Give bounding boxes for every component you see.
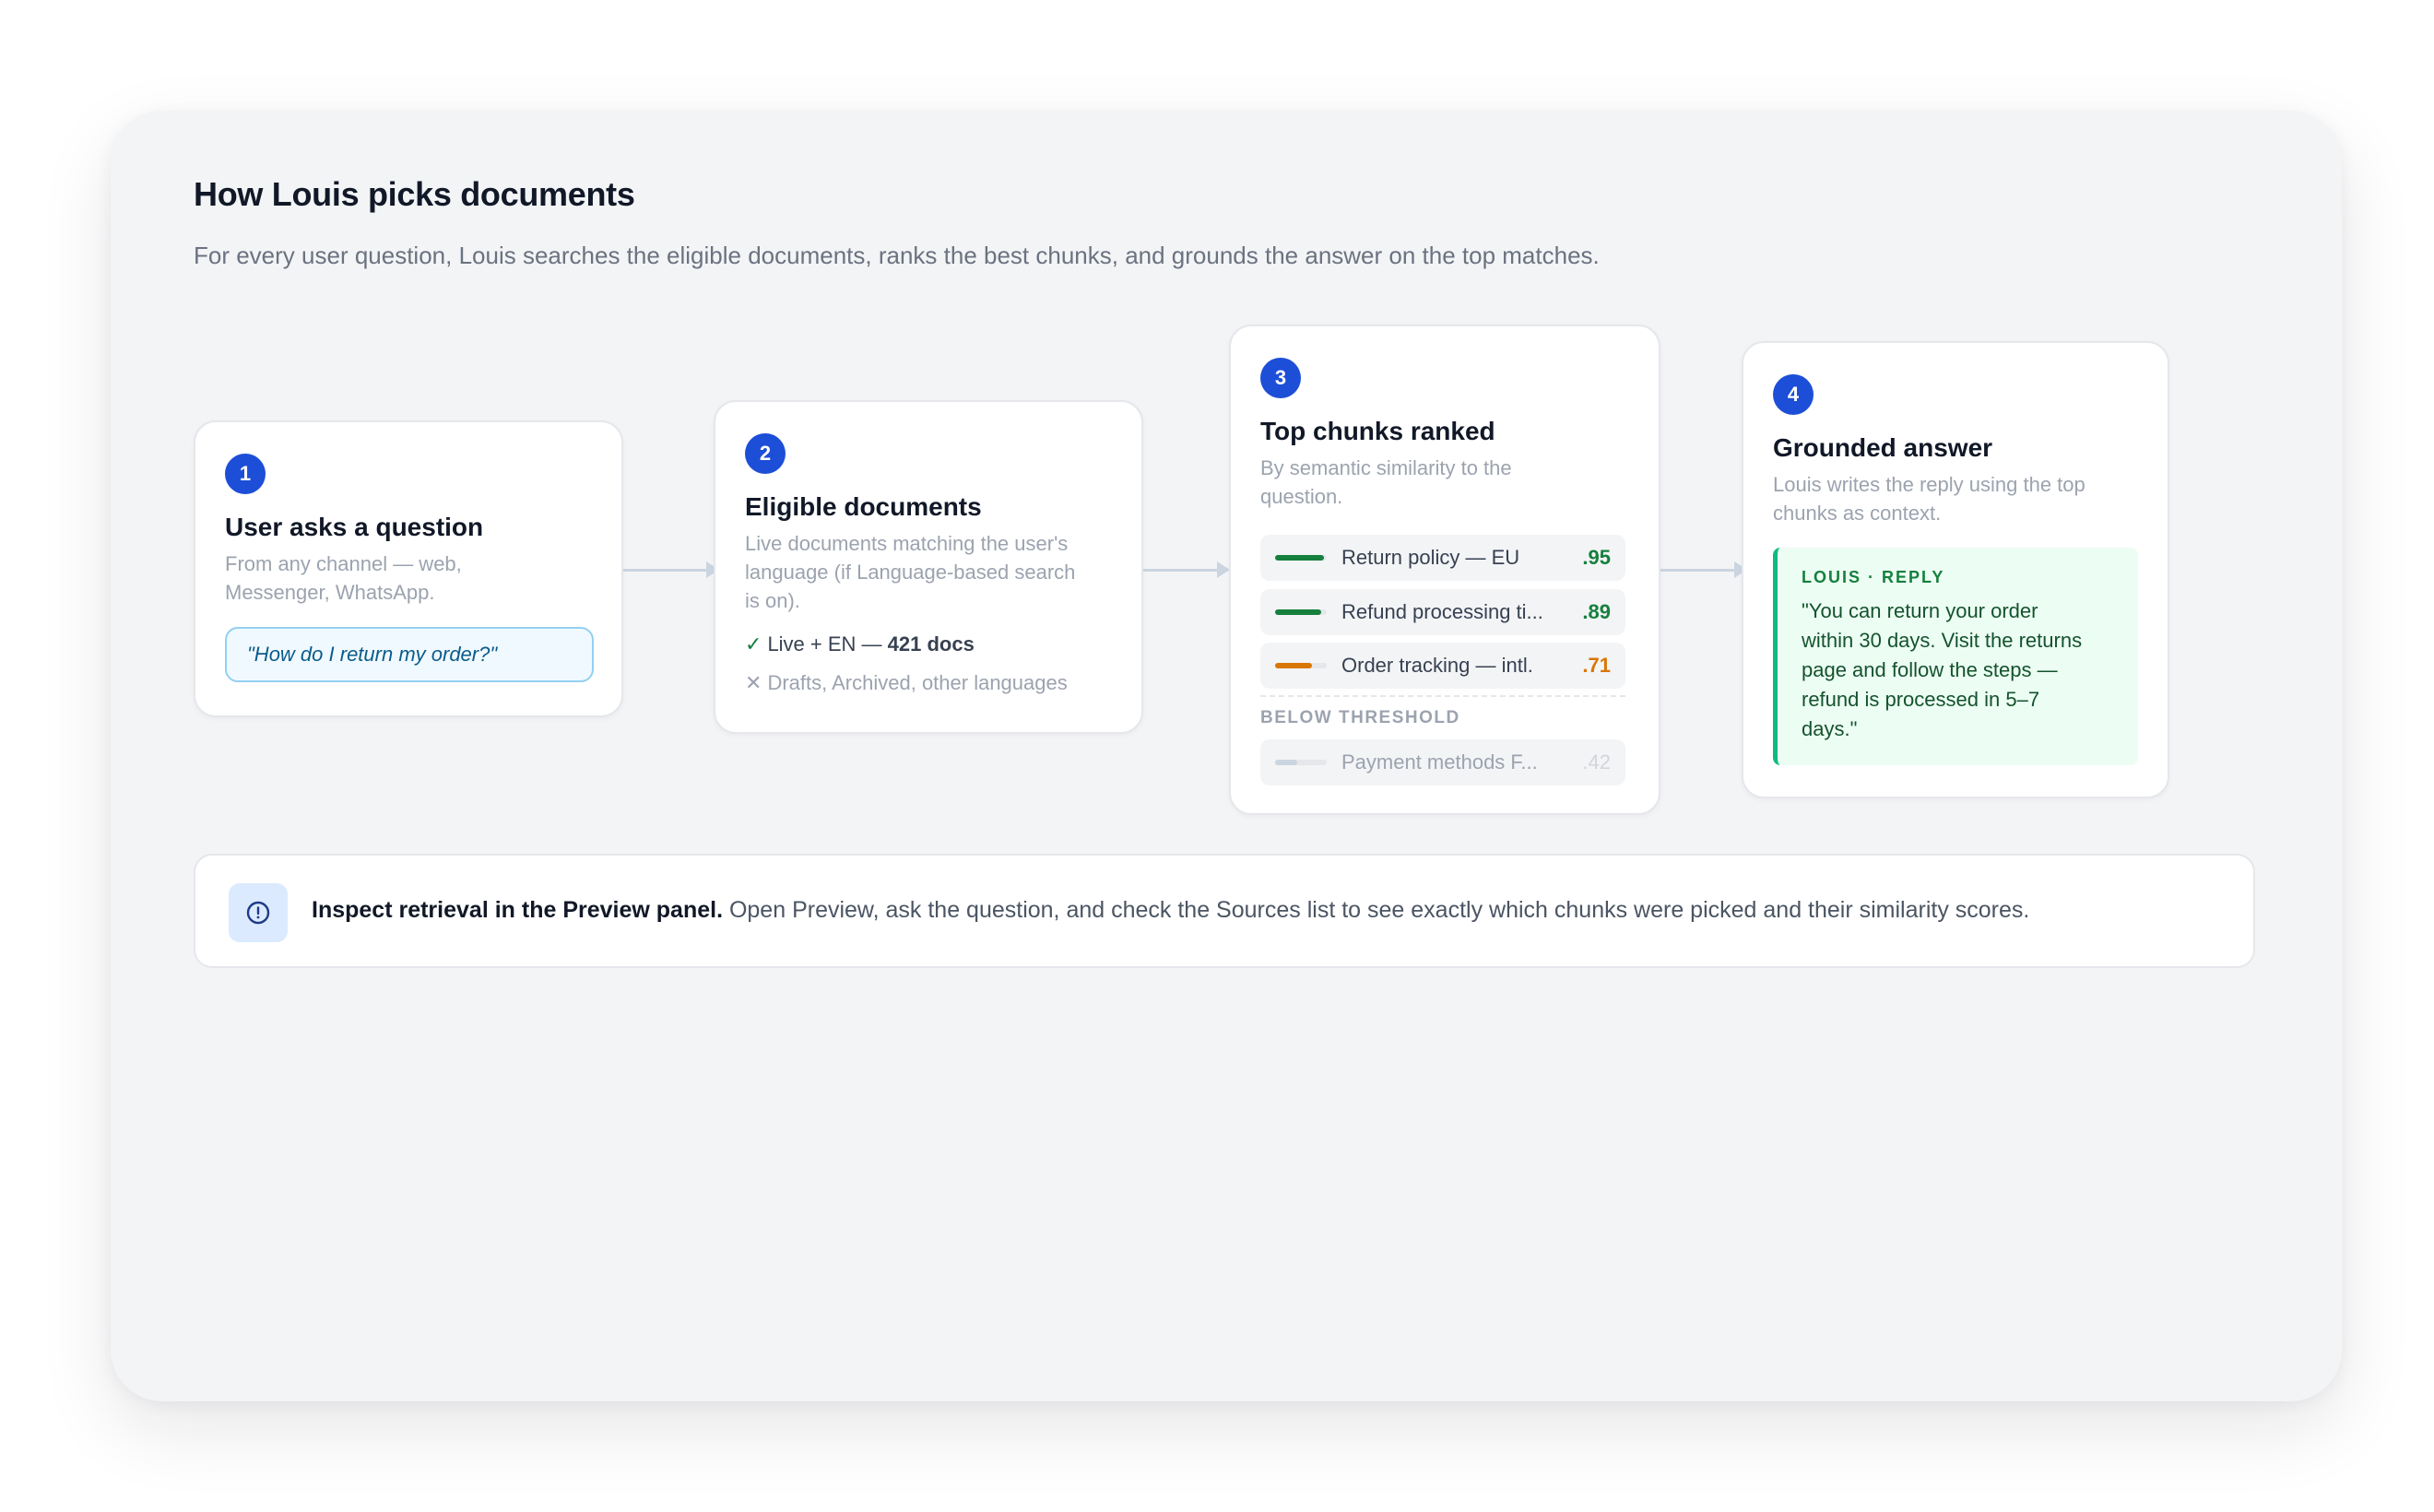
- reply-label: LOUIS · REPLY: [1802, 568, 1945, 586]
- chunk-label: Refund processing ti...: [1341, 600, 1543, 623]
- step-number-badge: 2: [745, 433, 786, 474]
- similarity-score: .89: [1582, 600, 1611, 623]
- flow-arrow-1-2: [623, 561, 719, 578]
- excluded-docs: ✕ Drafts, Archived, other languages: [745, 671, 1068, 694]
- similarity-score: .71: [1582, 654, 1611, 677]
- similarity-bar: [1275, 609, 1327, 615]
- info-icon: [229, 883, 288, 942]
- chunk-label: Order tracking — intl.: [1341, 654, 1533, 677]
- flow-arrow-2-3: [1143, 561, 1230, 578]
- ranked-chunk: Refund processing ti... .89: [1260, 589, 1625, 635]
- included-docs: ✓ Live + EN — 421 docs: [745, 632, 975, 656]
- check-icon: ✓: [745, 632, 762, 656]
- doc-count: 421 docs: [887, 632, 975, 656]
- page-subtitle: For every user question, Louis searches …: [194, 242, 1600, 269]
- step-description: Live documents matching the user's langu…: [745, 532, 1076, 612]
- step-title: Grounded answer: [1773, 433, 1993, 462]
- step-number-badge: 3: [1260, 358, 1301, 398]
- step-description: From any channel — web, Messenger, Whats…: [225, 552, 462, 604]
- step-description: Louis writes the reply using the top chu…: [1773, 473, 2085, 525]
- step-card-eligible-documents: 2 Eligible documents Live documents matc…: [714, 400, 1143, 734]
- step-description: By semantic similarity to the question.: [1260, 456, 1512, 508]
- page-title: How Louis picks documents: [194, 175, 635, 213]
- reply-text: "You can return your order within 30 day…: [1802, 599, 2083, 740]
- reply-preview: LOUIS · REPLY "You can return your order…: [1773, 548, 2138, 765]
- x-icon: ✕: [745, 671, 762, 694]
- step-title: Top chunks ranked: [1260, 417, 1495, 445]
- similarity-bar: [1275, 555, 1327, 561]
- step-number-badge: 1: [225, 454, 266, 494]
- threshold-divider: [1260, 695, 1625, 697]
- below-threshold-label: BELOW THRESHOLD: [1260, 708, 1460, 727]
- below-threshold-chunk: Payment methods F... .42: [1260, 739, 1625, 786]
- similarity-score: .95: [1582, 546, 1611, 569]
- example-question: "How do I return my order?": [225, 627, 594, 682]
- step-title: User asks a question: [225, 513, 484, 541]
- chunk-label: Return policy — EU: [1341, 546, 1520, 569]
- tip-heading: Inspect retrieval in the Preview panel.: [312, 897, 724, 923]
- step-number-badge: 4: [1773, 374, 1814, 415]
- similarity-bar: [1275, 663, 1327, 668]
- flow-arrow-3-4: [1660, 561, 1747, 578]
- step-card-top-chunks: 3 Top chunks ranked By semantic similari…: [1229, 325, 1660, 815]
- tip-text: Inspect retrieval in the Preview panel. …: [312, 897, 2030, 923]
- similarity-score: .42: [1582, 750, 1611, 774]
- step-card-user-question: 1 User asks a question From any channel …: [194, 420, 623, 717]
- step-title: Eligible documents: [745, 492, 982, 521]
- ranked-chunk: Return policy — EU .95: [1260, 535, 1625, 581]
- tip-banner: Inspect retrieval in the Preview panel. …: [194, 854, 2255, 968]
- step-card-grounded-answer: 4 Grounded answer Louis writes the reply…: [1742, 341, 2169, 798]
- chunk-label: Payment methods F...: [1341, 750, 1538, 774]
- similarity-bar: [1275, 760, 1327, 765]
- ranked-chunk: Order tracking — intl. .71: [1260, 643, 1625, 689]
